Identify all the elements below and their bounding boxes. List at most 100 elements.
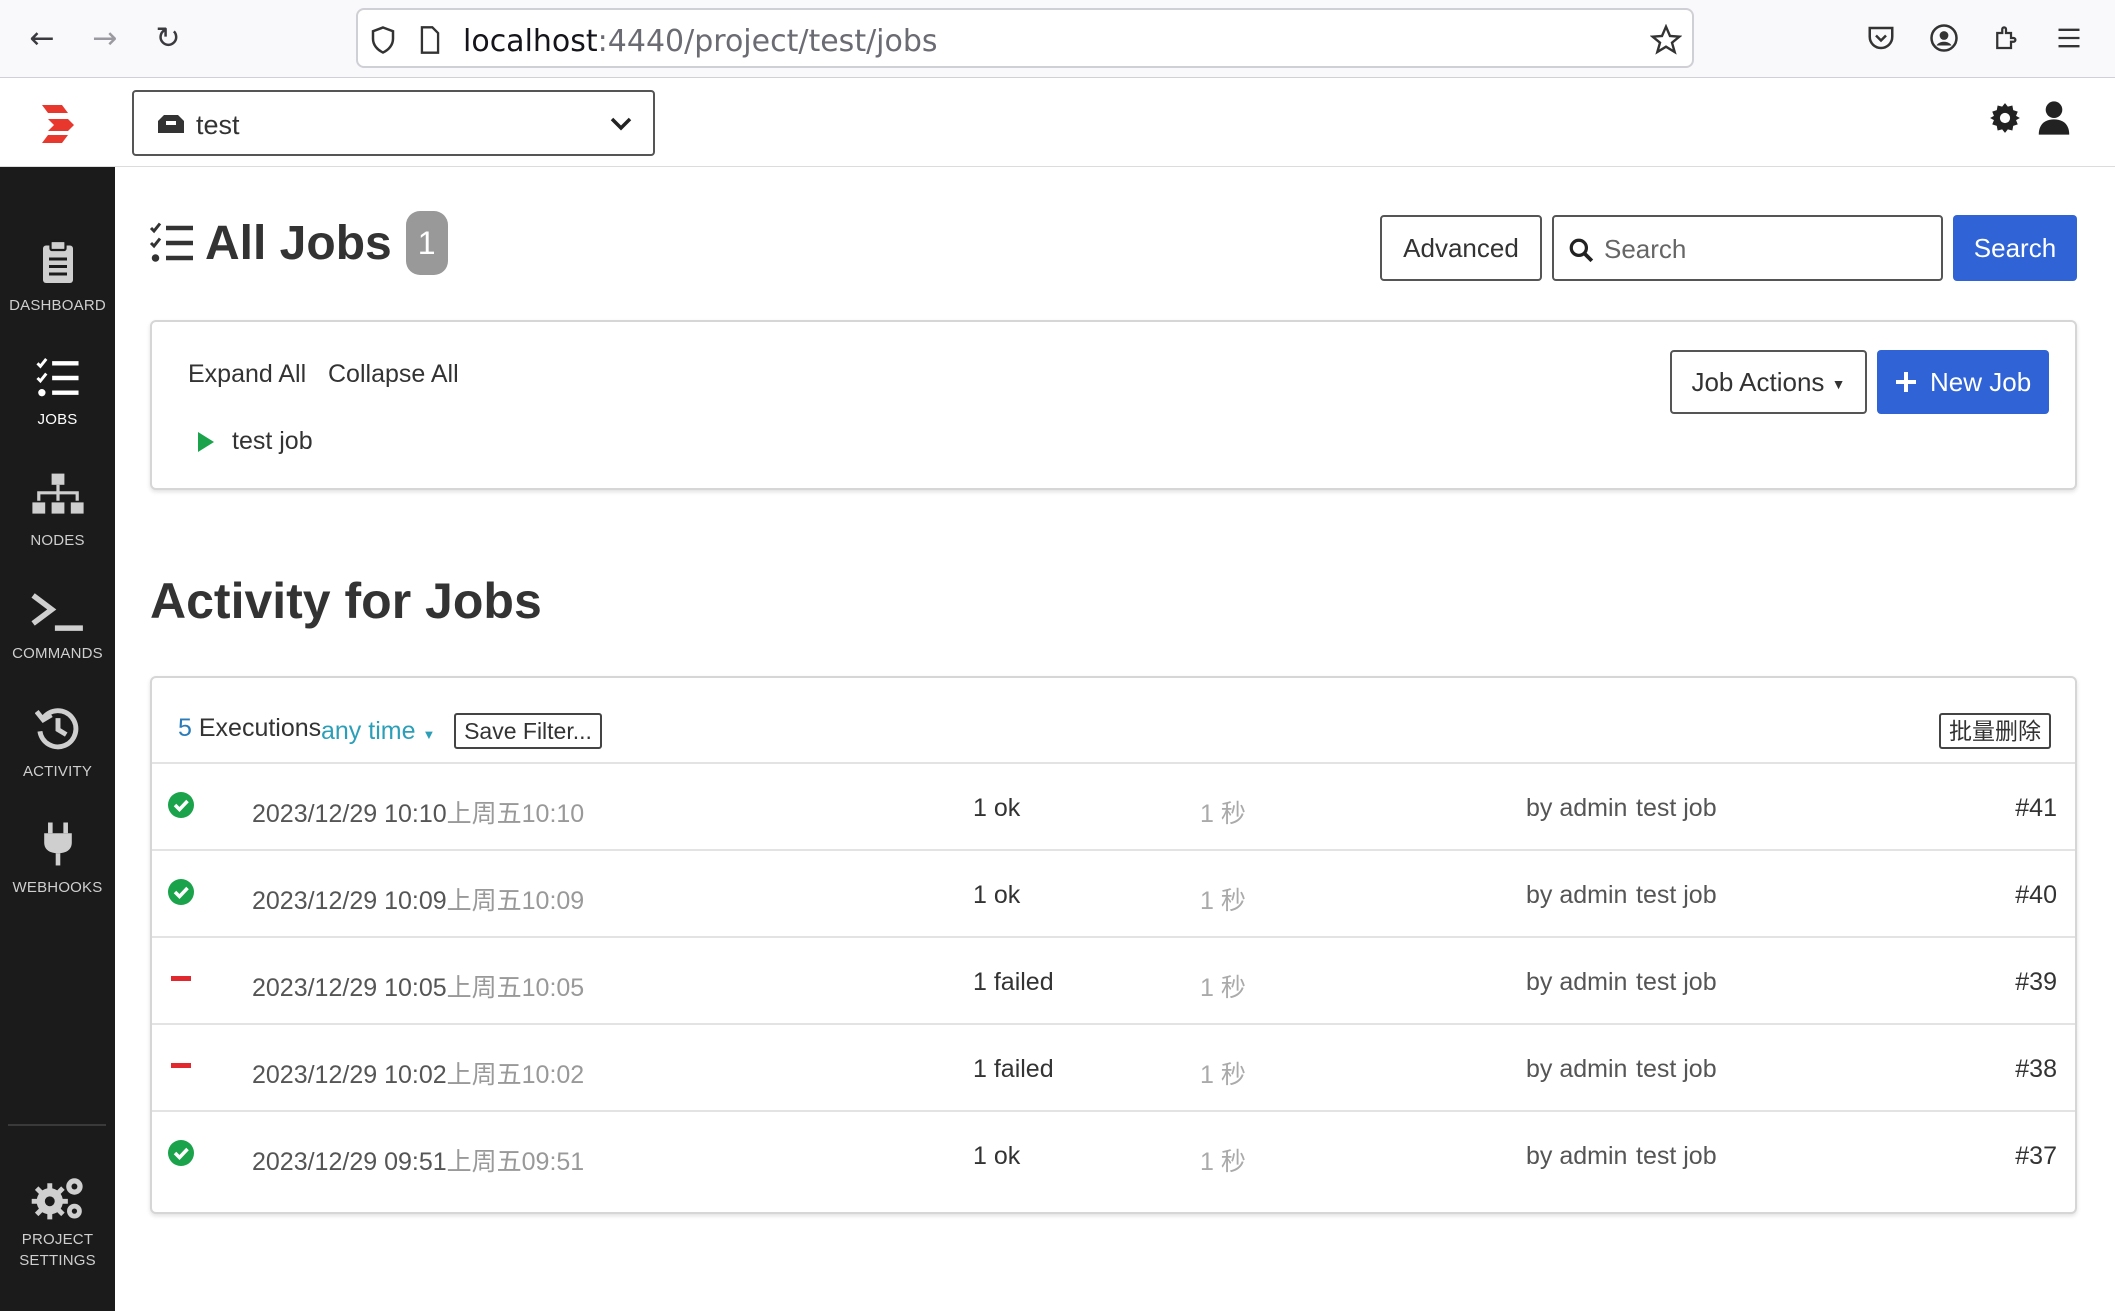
address-bar[interactable]: localhost:4440/project/test/jobs [356,8,1694,68]
advanced-button[interactable]: Advanced [1380,215,1542,281]
account-icon[interactable] [1929,23,1959,53]
execution-job-name[interactable]: test job [1636,881,1717,910]
project-select[interactable]: test [132,90,655,156]
execution-datetime: 2023/12/29 10:09 [252,887,447,915]
collapse-all-link[interactable]: Collapse All [328,360,459,389]
time-filter-dropdown[interactable]: any time ▼ [321,717,435,746]
sidebar-label-dashboard: DASHBOARD [9,297,106,314]
execution-row[interactable]: 2023/12/29 10:02上周五10:02 1 failed 1 秒 by ad… [152,1025,2075,1112]
search-input[interactable] [1604,227,1934,271]
execution-duration: 1 秒 [1200,1148,1246,1176]
execution-number[interactable]: #39 [2015,968,2057,997]
user-icon[interactable] [2037,100,2071,136]
job-item[interactable]: test job [196,427,313,456]
sidebar-item-webhooks[interactable]: WEBHOOKS [0,821,115,896]
sidebar-label-commands: COMMANDS [12,645,103,662]
clipboard-icon [42,239,73,283]
execution-relative-time: 上周五10:09 [446,887,585,915]
execution-user: by admin [1526,794,1628,822]
sidebar-item-nodes[interactable]: NODES [0,472,115,549]
sidebar-label-project: PROJECT [21,1231,94,1248]
play-icon[interactable] [196,430,216,454]
execution-result: 1 failed [973,968,1054,996]
terminal-icon [30,593,83,631]
plug-icon [43,822,72,866]
cogs-icon [31,1178,83,1220]
execution-date: 2023/12/29 09:51上周五09:51 [252,1142,584,1178]
pocket-icon[interactable] [1866,23,1896,53]
success-check-icon [168,1140,194,1166]
chevron-down-icon [610,117,632,131]
execution-relative-time: 上周五09:51 [446,1148,585,1176]
sidebar-item-dashboard[interactable]: DASHBOARD [0,239,115,314]
search-field[interactable] [1552,215,1943,281]
plus-icon [1895,372,1916,392]
jobs-panel: Expand All Collapse All test job Job Act… [150,320,2077,490]
sidebar-label-jobs: JOBS [37,411,78,428]
execution-relative-time: 上周五10:02 [446,1061,585,1089]
job-actions-label: Job Actions [1691,367,1825,397]
success-check-icon [168,792,194,818]
reload-icon[interactable]: ↻ [148,18,188,58]
job-actions-dropdown[interactable]: Job Actions ▼ [1670,350,1867,414]
extensions-icon[interactable] [1991,22,2021,54]
execution-date: 2023/12/29 10:02上周五10:02 [252,1055,584,1091]
execution-row[interactable]: 2023/12/29 10:09上周五10:09 1 ok 1 秒 by admin t… [152,851,2075,938]
execution-datetime: 2023/12/29 09:51 [252,1148,447,1176]
execution-date: 2023/12/29 10:05上周五10:05 [252,968,584,1004]
tasks-list-icon [35,358,79,397]
execution-datetime: 2023/12/29 10:10 [252,800,447,828]
failed-dash-icon [171,1063,191,1068]
gear-icon[interactable] [1988,101,2022,135]
success-check-icon [168,879,194,905]
main-content: All Jobs 1 Advanced Search Expand All Co… [115,167,2115,1311]
bookmark-star-icon[interactable] [1650,24,1682,56]
url-text: localhost:4440/project/test/jobs [463,24,938,59]
menu-icon[interactable] [2055,24,2083,52]
sitemap-icon [31,473,84,514]
execution-user: by admin [1526,968,1628,996]
history-icon [34,708,78,750]
execution-result: 1 ok [973,881,1021,909]
execution-date: 2023/12/29 10:09上周五10:09 [252,881,584,917]
caret-down-icon: ▼ [1831,376,1846,393]
execution-number[interactable]: #37 [2015,1142,2057,1171]
search-icon [1569,238,1594,263]
sidebar-label-webhooks: WEBHOOKS [12,879,103,896]
execution-row[interactable]: 2023/12/29 10:05上周五10:05 1 failed 1 秒 by ad… [152,938,2075,1025]
execution-result: 1 ok [973,1142,1021,1170]
back-icon[interactable]: ← [22,18,62,58]
execution-datetime: 2023/12/29 10:05 [252,974,447,1002]
bulk-delete-button[interactable]: 批量删除 [1939,713,2051,749]
job-name[interactable]: test job [232,427,313,456]
caret-down-icon: ▼ [422,727,436,742]
execution-datetime: 2023/12/29 10:02 [252,1061,447,1089]
sidebar-item-project-settings[interactable]: PROJECT SETTINGS [0,1175,115,1271]
execution-number[interactable]: #38 [2015,1055,2057,1084]
time-filter-label: any time [321,717,416,745]
sidebar-item-commands[interactable]: COMMANDS [0,589,115,662]
execution-row[interactable]: 2023/12/29 09:51上周五09:51 1 ok 1 秒 by admin t… [152,1112,2075,1199]
execution-row[interactable]: 2023/12/29 10:10上周五10:10 1 ok 1 秒 by admin t… [152,764,2075,851]
search-button[interactable]: Search [1953,215,2077,281]
project-name: test [196,110,240,140]
execution-number[interactable]: #40 [2015,881,2057,910]
failed-dash-icon [171,976,191,981]
new-job-button[interactable]: New Job [1877,350,2049,414]
sidebar-item-jobs[interactable]: JOBS [0,357,115,428]
execution-job-name[interactable]: test job [1636,1055,1717,1084]
execution-result: 1 failed [973,1055,1054,1083]
save-filter-button[interactable]: Save Filter... [454,713,602,749]
url-path: :4440/project/test/jobs [597,24,938,59]
project-icon [158,115,184,133]
expand-all-link[interactable]: Expand All [188,360,306,389]
execution-number[interactable]: #41 [2015,794,2057,823]
execution-job-name[interactable]: test job [1636,1142,1717,1171]
sidebar-item-activity[interactable]: ACTIVITY [0,705,115,780]
rundeck-logo[interactable] [36,101,78,145]
execution-job-name[interactable]: test job [1636,794,1717,823]
forward-icon[interactable]: → [85,18,125,58]
sidebar-label-settings: SETTINGS [19,1252,96,1269]
execution-job-name[interactable]: test job [1636,968,1717,997]
execution-user: by admin [1526,881,1628,909]
